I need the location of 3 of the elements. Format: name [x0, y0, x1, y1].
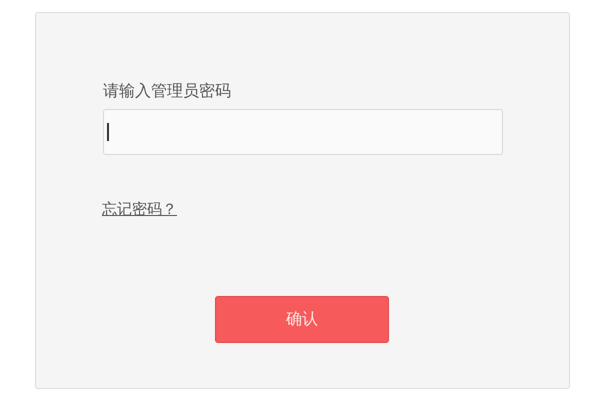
password-field[interactable]	[103, 109, 503, 155]
password-label: 请输入管理员密码	[103, 82, 232, 102]
forgot-password-link[interactable]: 忘记密码？	[102, 200, 177, 220]
